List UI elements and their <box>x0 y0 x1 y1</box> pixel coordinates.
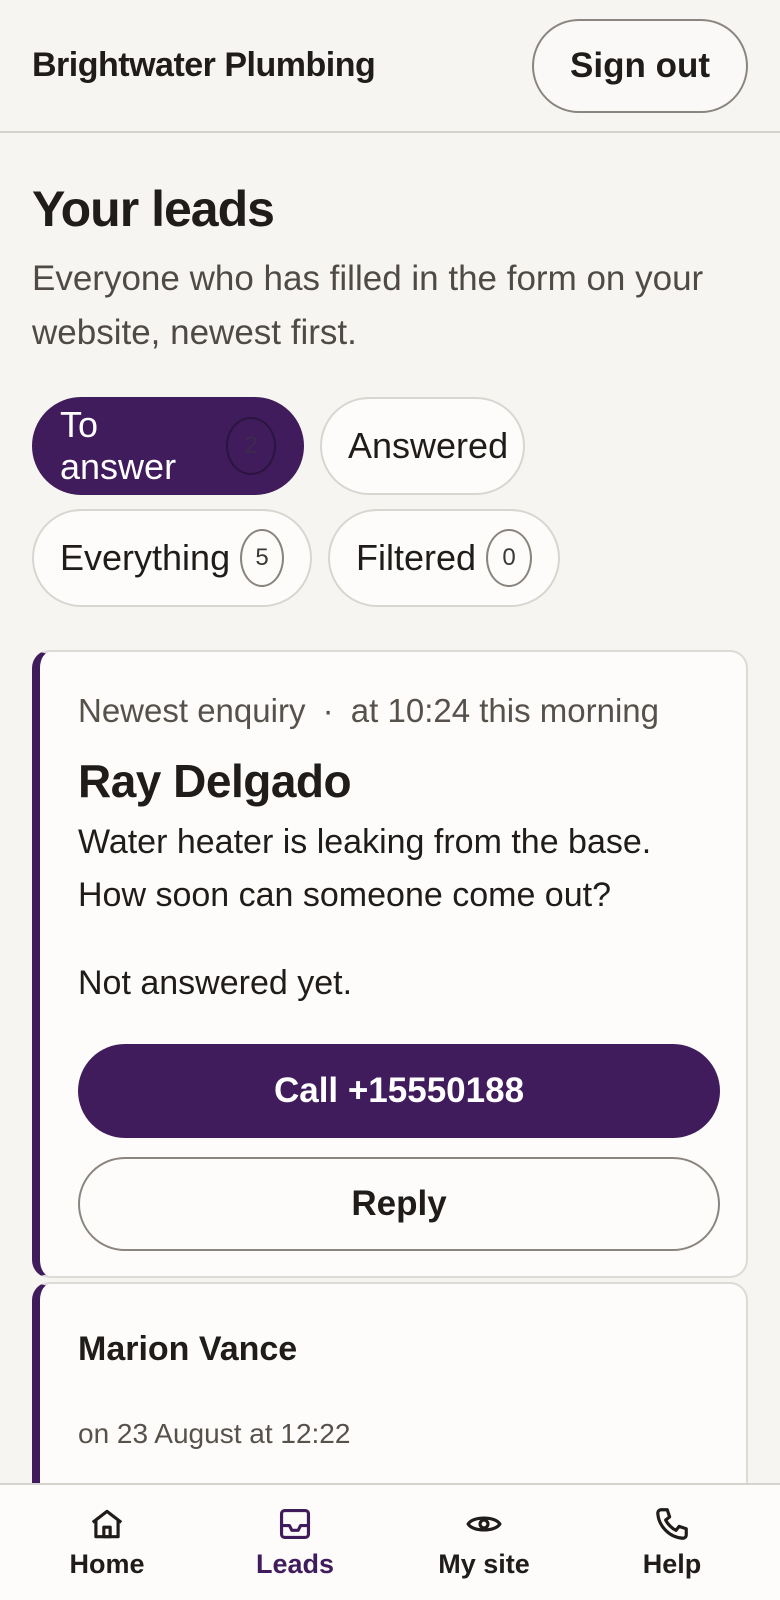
brand-name: Brightwater Plumbing <box>32 46 376 84</box>
filter-to-answer[interactable]: To answer 2 <box>32 397 304 495</box>
nav-item-help[interactable]: Help <box>597 1485 747 1600</box>
nav-label: Home <box>69 1549 145 1579</box>
nav-label: Help <box>642 1549 702 1579</box>
filter-everything[interactable]: Everything 5 <box>32 509 312 607</box>
lead-status: Not answered yet. <box>78 964 353 1002</box>
lead-message: Water heater is leaking from the base. H… <box>78 823 652 914</box>
lead-date: on 23 August at 12:22 <box>78 1418 351 1449</box>
nav-item-leads[interactable]: Leads <box>220 1485 370 1600</box>
filter-count-badge: 5 <box>240 529 284 587</box>
lead-name: Ray Delgado <box>78 755 352 807</box>
sign-out-button[interactable]: Sign out <box>532 18 748 113</box>
eye-icon <box>466 1516 502 1532</box>
filter-label: Answered <box>348 425 509 466</box>
inbox-icon <box>279 1508 311 1540</box>
page-title: Your leads <box>32 181 275 237</box>
newest-enquiry-label: Newest enquiry <box>78 692 306 729</box>
page-subtitle: Everyone who has filled in the form on y… <box>32 259 704 352</box>
lead-meta: Newest enquiry · at 10:24 this morning <box>78 692 659 730</box>
lead-card: Newest enquiry · at 10:24 this morning R… <box>32 650 748 1278</box>
filter-label: Everything <box>60 537 231 578</box>
filter-answered[interactable]: Answered <box>320 397 525 495</box>
filter-count-badge: 0 <box>486 529 532 587</box>
nav-item-my-site[interactable]: My site <box>409 1485 559 1600</box>
nav-label: Leads <box>255 1549 335 1579</box>
filter-count-badge: 2 <box>226 417 276 475</box>
lead-name: Marion Vance <box>78 1330 298 1368</box>
home-icon <box>91 1509 123 1539</box>
nav-item-home[interactable]: Home <box>32 1485 182 1600</box>
top-bar: Brightwater Plumbing Sign out <box>0 0 780 133</box>
filter-filtered[interactable]: Filtered 0 <box>328 509 560 607</box>
reply-button[interactable]: Reply <box>78 1157 720 1251</box>
filter-label: Filtered <box>356 537 477 578</box>
bottom-nav: Home Leads My site Help <box>0 1483 780 1600</box>
filter-label: To answer <box>60 404 177 487</box>
call-button[interactable]: Call +15550188 <box>78 1044 720 1138</box>
phone-icon <box>656 1508 688 1540</box>
nav-label: My site <box>438 1549 530 1579</box>
lead-time: at 10:24 this morning <box>350 692 659 729</box>
meta-separator: · <box>322 692 334 729</box>
